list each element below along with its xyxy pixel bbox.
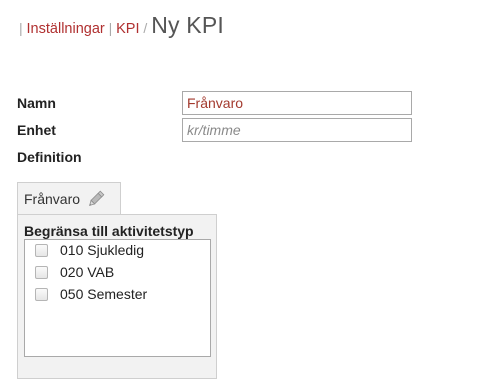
page-title: Ny KPI — [151, 12, 224, 38]
breadcrumb: | Inställningar | KPI / Ny KPI — [19, 12, 224, 39]
definition-label: Definition — [17, 149, 82, 165]
list-item-label: 050 Semester — [60, 286, 148, 302]
activity-filter-panel: Begränsa till aktivitetstyp 010 Sjukledi… — [17, 214, 217, 379]
unit-field[interactable] — [182, 118, 412, 142]
activity-type-list[interactable]: 010 Sjukledig 020 VAB 050 Semester — [24, 239, 211, 357]
name-field[interactable] — [182, 91, 412, 115]
list-item-semester[interactable]: 050 Semester — [35, 286, 147, 302]
checkbox-vab[interactable] — [35, 265, 48, 279]
checkbox-semester[interactable] — [35, 287, 48, 301]
breadcrumb-separator: | — [19, 20, 23, 36]
unit-label: Enhet — [17, 122, 56, 138]
name-label: Namn — [17, 95, 56, 111]
breadcrumb-link-kpi[interactable]: KPI — [116, 21, 139, 37]
definition-tab[interactable]: Frånvaro — [17, 182, 121, 215]
activity-filter-title: Begränsa till aktivitetstyp — [24, 223, 194, 239]
breadcrumb-link-installningar[interactable]: Inställningar — [27, 21, 105, 37]
breadcrumb-separator: | — [108, 20, 113, 36]
pencil-icon[interactable] — [86, 189, 106, 209]
list-item-sjukledig[interactable]: 010 Sjukledig — [35, 242, 144, 258]
list-item-label: 010 Sjukledig — [60, 242, 145, 258]
checkbox-sjukledig[interactable] — [35, 243, 48, 257]
definition-tab-label: Frånvaro — [24, 191, 81, 207]
list-item-vab[interactable]: 020 VAB — [35, 264, 114, 280]
list-item-label: 020 VAB — [60, 264, 115, 280]
kpi-edit-page: | Inställningar | KPI / Ny KPI Namn Enhe… — [0, 0, 488, 386]
breadcrumb-separator: / — [143, 20, 148, 36]
